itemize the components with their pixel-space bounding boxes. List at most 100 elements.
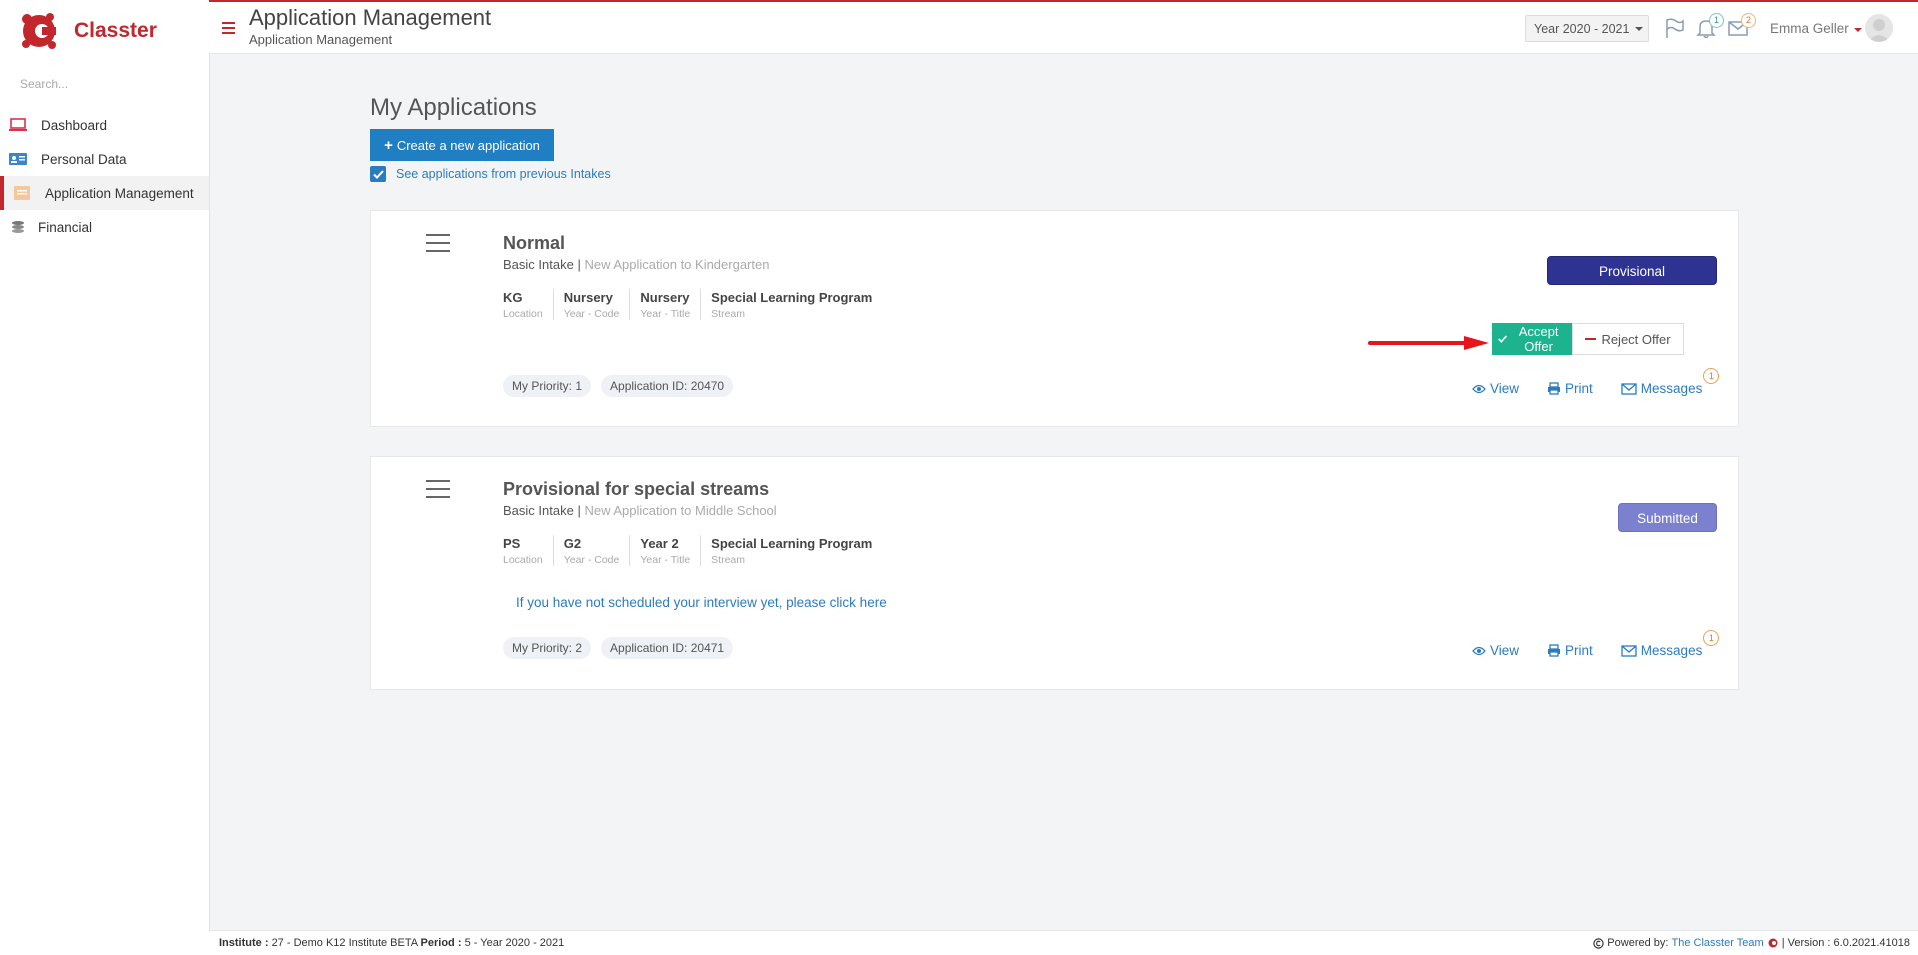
laptop-icon bbox=[8, 117, 28, 133]
print-link[interactable]: Print bbox=[1547, 643, 1593, 658]
envelope-icon bbox=[1621, 382, 1637, 395]
sidebar-nav: Dashboard Personal Data Application Mana… bbox=[0, 108, 209, 244]
application-meta: My Priority: 1 Application ID: 20470 bbox=[503, 375, 743, 397]
reject-offer-button[interactable]: Reject Offer bbox=[1572, 323, 1684, 355]
messages-badge: 2 bbox=[1741, 13, 1756, 28]
schedule-interview-link[interactable]: If you have not scheduled your interview… bbox=[516, 595, 887, 610]
application-card: Provisional for special streams Basic In… bbox=[370, 456, 1739, 690]
sidebar-item-financial[interactable]: Financial bbox=[0, 210, 209, 244]
checkmark-icon[interactable] bbox=[370, 166, 386, 182]
classter-logo-icon bbox=[22, 13, 56, 49]
envelope-icon[interactable]: 2 bbox=[1727, 13, 1756, 39]
drag-handle-icon[interactable] bbox=[426, 480, 450, 504]
sidebar-item-label: Financial bbox=[38, 219, 93, 235]
field-stream: Special Learning Program Stream bbox=[700, 535, 882, 566]
application-actions: View Print Messages 1 bbox=[1444, 368, 1720, 396]
field-location: PS Location bbox=[503, 536, 543, 566]
application-subtitle: Basic Intake | New Application to Kinder… bbox=[503, 257, 769, 272]
footer-credits: Powered by: The Classter Team | Version … bbox=[1593, 937, 1910, 949]
chevron-down-icon bbox=[1635, 26, 1644, 31]
logo[interactable]: Classter bbox=[19, 10, 157, 52]
reject-offer-label: Reject Offer bbox=[1601, 331, 1671, 347]
application-card: Normal Basic Intake | New Application to… bbox=[370, 210, 1739, 427]
application-type: New Application to Middle School bbox=[584, 503, 777, 518]
sidebar-item-personal-data[interactable]: Personal Data bbox=[0, 142, 209, 176]
view-link[interactable]: View bbox=[1472, 643, 1519, 658]
menu-toggle-icon[interactable] bbox=[222, 22, 235, 37]
accept-offer-button[interactable]: Accept Offer bbox=[1492, 323, 1572, 355]
application-title: Normal bbox=[503, 233, 566, 253]
sidebar-item-label: Personal Data bbox=[41, 151, 127, 167]
copyright-icon bbox=[1593, 937, 1604, 949]
checkmark-icon bbox=[1498, 335, 1508, 343]
coins-icon bbox=[8, 219, 28, 235]
sidebar-item-application-management[interactable]: Application Management bbox=[0, 176, 209, 210]
eye-icon bbox=[1472, 646, 1486, 655]
application-fields: KG Location Nursery Year - Code Nursery Yea… bbox=[503, 289, 882, 320]
arrow-annotation-icon bbox=[1368, 336, 1489, 350]
minus-icon bbox=[1585, 338, 1597, 340]
create-application-button[interactable]: + Create a new application bbox=[370, 129, 554, 161]
sidebar: Classter Dashboard Personal Data Applica… bbox=[0, 0, 210, 955]
accept-offer-label: Accept Offer bbox=[1518, 324, 1559, 354]
app-name: Classter bbox=[74, 19, 157, 42]
page-title: Application Management bbox=[249, 5, 492, 30]
application-subtitle: Basic Intake | New Application to Middle… bbox=[503, 503, 777, 518]
printer-icon bbox=[1548, 382, 1561, 395]
sidebar-item-label: Application Management bbox=[45, 185, 194, 201]
status-badge: Provisional Acceptance bbox=[1547, 256, 1717, 308]
top-bar: Application Management Application Manag… bbox=[209, 0, 1918, 54]
sidebar-search-input[interactable] bbox=[18, 76, 202, 92]
application-type: New Application to Kindergarten bbox=[584, 257, 770, 272]
avatar[interactable] bbox=[1865, 14, 1893, 42]
application-meta: My Priority: 2 Application ID: 20471 bbox=[503, 637, 743, 659]
priority-badge: My Priority: 1 bbox=[503, 375, 592, 397]
application-id-badge: Application ID: 20471 bbox=[601, 637, 734, 659]
previous-intakes-checkbox[interactable]: See applications from previous Intakes bbox=[370, 166, 611, 182]
field-year-code: Nursery Year - Code bbox=[552, 289, 630, 320]
view-link[interactable]: View bbox=[1472, 381, 1519, 396]
classter-team-link[interactable]: The Classter Team bbox=[1672, 937, 1764, 949]
create-application-label: Create a new application bbox=[396, 137, 540, 153]
plus-icon: + bbox=[384, 136, 393, 154]
messages-link[interactable]: Messages 1 bbox=[1621, 630, 1720, 658]
breadcrumb: Application Management bbox=[249, 32, 393, 47]
flag-icon[interactable] bbox=[1663, 17, 1685, 39]
field-year-title: Year 2 Year - Title bbox=[629, 535, 700, 566]
field-year-title: Nursery Year - Title bbox=[629, 289, 700, 320]
id-card-icon bbox=[8, 151, 28, 167]
application-id-badge: Application ID: 20470 bbox=[601, 375, 734, 397]
classter-logo-icon bbox=[1768, 938, 1778, 948]
bell-icon[interactable]: 1 bbox=[1695, 13, 1724, 39]
eye-icon bbox=[1472, 384, 1486, 393]
priority-badge: My Priority: 2 bbox=[503, 637, 592, 659]
document-icon bbox=[12, 185, 32, 201]
year-select-value: Year 2020 - 2021 bbox=[1534, 21, 1630, 36]
chevron-down-icon[interactable] bbox=[1854, 28, 1862, 32]
sidebar-item-dashboard[interactable]: Dashboard bbox=[0, 108, 209, 142]
application-intake: Basic Intake bbox=[503, 257, 574, 272]
user-name[interactable]: Emma Geller bbox=[1770, 21, 1849, 36]
envelope-icon bbox=[1621, 644, 1637, 657]
application-intake: Basic Intake bbox=[503, 503, 574, 518]
messages-count-badge: 1 bbox=[1703, 630, 1720, 646]
notifications-badge: 1 bbox=[1709, 13, 1724, 28]
field-year-code: G2 Year - Code bbox=[552, 535, 630, 566]
field-location: KG Location bbox=[503, 290, 543, 320]
application-title: Provisional for special streams bbox=[503, 479, 770, 499]
sidebar-item-label: Dashboard bbox=[41, 117, 108, 133]
printer-icon bbox=[1548, 644, 1561, 657]
drag-handle-icon[interactable] bbox=[426, 234, 450, 258]
messages-count-badge: 1 bbox=[1703, 368, 1720, 384]
messages-link[interactable]: Messages 1 bbox=[1621, 368, 1720, 396]
application-fields: PS Location G2 Year - Code Year 2 Year - Ti… bbox=[503, 535, 882, 566]
print-link[interactable]: Print bbox=[1547, 381, 1593, 396]
footer: Institute : 27 - Demo K12 Institute BETA… bbox=[209, 930, 1918, 955]
section-heading: My Applications bbox=[370, 94, 537, 121]
field-stream: Special Learning Program Stream bbox=[700, 289, 882, 320]
status-badge: Submitted bbox=[1618, 503, 1717, 532]
application-actions: View Print Messages 1 bbox=[1444, 630, 1720, 658]
footer-institute-info: Institute : 27 - Demo K12 Institute BETA… bbox=[219, 937, 565, 949]
previous-intakes-label[interactable]: See applications from previous Intakes bbox=[396, 167, 611, 181]
year-select[interactable]: Year 2020 - 2021 bbox=[1525, 15, 1649, 42]
